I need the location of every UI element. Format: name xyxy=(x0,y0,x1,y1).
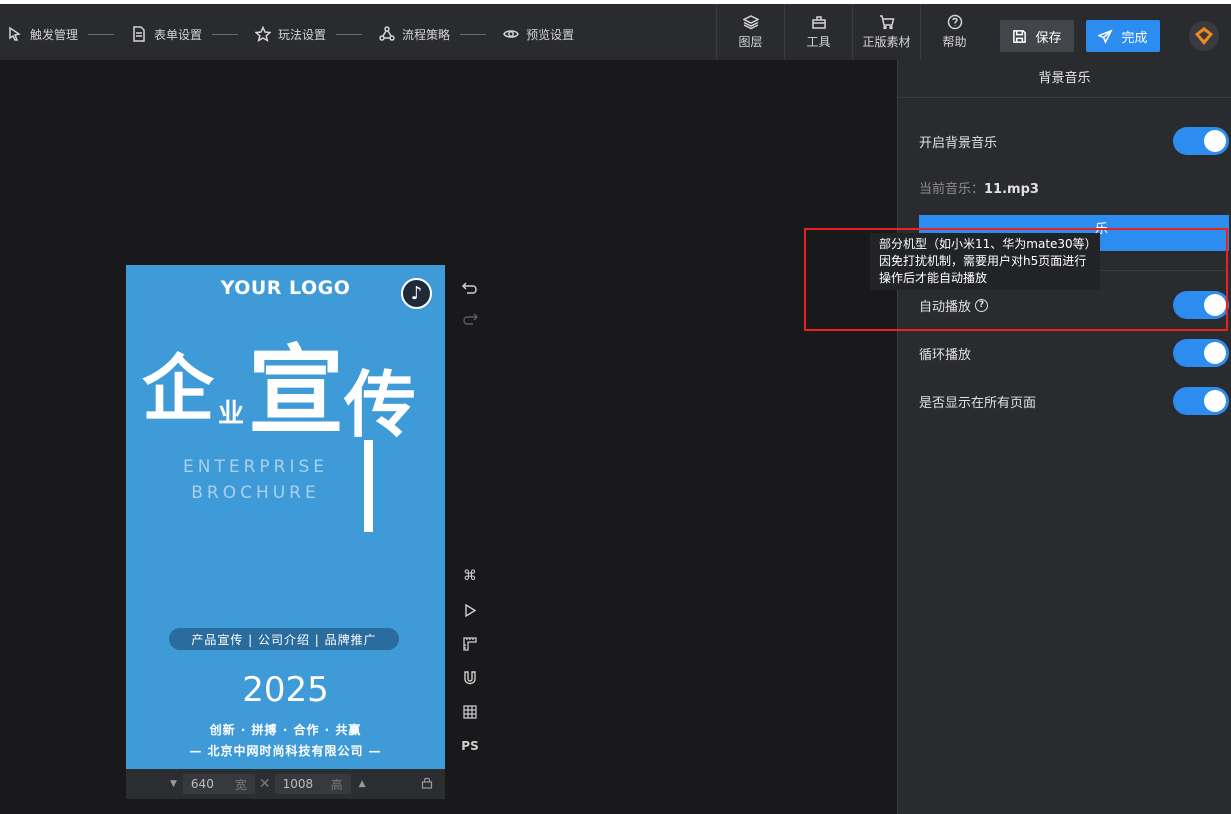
height-value: 1008 xyxy=(282,777,314,791)
annotation-highlight-box xyxy=(804,228,1228,331)
star-icon xyxy=(254,25,272,43)
step-label: 表单设置 xyxy=(154,27,203,42)
company-text[interactable]: — 北京中网时尚科技有限公司 — xyxy=(126,742,445,759)
english-subtitle[interactable]: BROCHURE xyxy=(126,483,415,503)
magnet-icon[interactable] xyxy=(458,666,482,690)
width-value: 640 xyxy=(190,777,214,791)
all-pages-label: 是否显示在所有页面 xyxy=(919,395,1037,411)
title-char[interactable]: 传 xyxy=(344,369,416,441)
avatar[interactable] xyxy=(1189,21,1219,51)
slogan-text[interactable]: 创新 · 拼搏 · 合作 · 共赢 xyxy=(126,721,445,738)
page-canvas[interactable]: YOUR LOGO ♪ 企 业 宣 传 ENTERPRISE BROCHURE … xyxy=(126,265,445,769)
tool-label: 正版素材 xyxy=(862,35,911,49)
step-divider xyxy=(460,33,487,35)
loop-label: 循环播放 xyxy=(919,347,972,363)
pointer-icon xyxy=(6,25,24,43)
tool-buttons: 图层 工具 正版素材 帮助 xyxy=(716,4,988,60)
year-text[interactable]: 2025 xyxy=(126,670,445,710)
caret-up-icon[interactable]: ▲ xyxy=(359,779,366,789)
current-music-file: 11.mp3 xyxy=(984,182,1039,197)
enable-music-label: 开启背景音乐 xyxy=(919,135,998,151)
english-title[interactable]: ENTERPRISE xyxy=(126,457,415,477)
assets-button[interactable]: 正版素材 xyxy=(852,4,920,60)
step-divider xyxy=(212,33,239,35)
step-gameplay[interactable]: 玩法设置 xyxy=(248,25,326,43)
enable-music-row: 开启背景音乐 xyxy=(919,127,1229,155)
top-toolbar: 触发管理 表单设置 玩法设置 流程策略 预览设置 图层 工具 正版素材 帮助 保… xyxy=(0,0,1231,60)
step-nav: 触发管理 表单设置 玩法设置 流程策略 预览设置 xyxy=(0,8,574,60)
times-icon: ✕ xyxy=(258,776,271,792)
done-label: 完成 xyxy=(1121,30,1148,46)
music-note-icon[interactable]: ♪ xyxy=(401,278,432,309)
tool-label: 图层 xyxy=(738,35,763,49)
loop-toggle[interactable] xyxy=(1173,339,1229,367)
current-music: 当前音乐：11.mp3 xyxy=(919,178,1039,197)
tools-button[interactable]: 工具 xyxy=(784,4,852,60)
title-char[interactable]: 企 xyxy=(142,353,214,425)
all-pages-row: 是否显示在所有页面 xyxy=(919,387,1229,415)
height-input[interactable]: 1008 高 xyxy=(274,774,351,794)
step-form[interactable]: 表单设置 xyxy=(124,25,202,43)
step-flow[interactable]: 流程策略 xyxy=(372,25,450,43)
play-icon[interactable] xyxy=(458,598,482,622)
all-pages-toggle[interactable] xyxy=(1173,387,1229,415)
help-button[interactable]: 帮助 xyxy=(920,4,988,60)
current-music-label: 当前音乐： xyxy=(919,182,985,197)
title-char[interactable]: 业 xyxy=(218,401,244,427)
loop-row: 循环播放 xyxy=(919,339,1229,367)
cart-icon xyxy=(879,15,894,30)
enable-music-toggle[interactable] xyxy=(1173,127,1229,155)
title-char[interactable]: 宣 xyxy=(248,343,344,439)
layers-button[interactable]: 图层 xyxy=(716,4,784,60)
done-button[interactable]: 完成 xyxy=(1086,20,1160,52)
step-label: 玩法设置 xyxy=(278,27,327,42)
step-trigger[interactable]: 触发管理 xyxy=(0,25,78,43)
step-preview[interactable]: 预览设置 xyxy=(496,25,574,43)
brand-logo-icon xyxy=(1195,27,1213,45)
layers-icon xyxy=(742,15,759,30)
help-icon xyxy=(947,14,962,30)
step-label: 触发管理 xyxy=(30,27,79,42)
command-icon[interactable]: ⌘ xyxy=(458,564,482,588)
panel-title: 背景音乐 xyxy=(898,60,1231,98)
send-icon xyxy=(1098,28,1114,44)
width-unit: 宽 xyxy=(234,777,247,792)
canvas-size-bar: ▼ 640 宽 ✕ 1008 高 ▲ xyxy=(126,769,445,799)
grid-icon[interactable] xyxy=(458,700,482,724)
ps-button[interactable]: PS xyxy=(458,734,482,758)
width-input[interactable]: 640 宽 xyxy=(182,774,255,794)
form-icon xyxy=(130,25,148,43)
caret-down-icon[interactable]: ▼ xyxy=(170,779,177,789)
eye-icon xyxy=(502,25,520,43)
step-divider xyxy=(88,33,115,35)
tagline-pill[interactable]: 产品宣传 | 公司介绍 | 品牌推广 xyxy=(169,628,399,650)
tool-label: 帮助 xyxy=(942,35,967,49)
redo-icon[interactable] xyxy=(458,307,482,331)
undo-icon[interactable] xyxy=(458,276,482,300)
lock-icon[interactable] xyxy=(421,777,433,792)
save-icon xyxy=(1013,29,1027,43)
tool-label: 工具 xyxy=(806,35,831,49)
music-settings-panel: 背景音乐 开启背景音乐 当前音乐：11.mp3 乐 自动播放 ? 循环播放 是否… xyxy=(897,60,1231,814)
save-label: 保存 xyxy=(1035,30,1062,46)
step-label: 预览设置 xyxy=(526,27,575,42)
logo-text[interactable]: YOUR LOGO xyxy=(126,277,445,299)
step-label: 流程策略 xyxy=(402,27,451,42)
toolbox-icon xyxy=(811,16,826,29)
save-button[interactable]: 保存 xyxy=(1000,20,1074,52)
step-divider xyxy=(336,33,363,35)
height-unit: 高 xyxy=(330,777,343,792)
ruler-icon[interactable] xyxy=(458,632,482,656)
flow-icon xyxy=(378,25,396,43)
